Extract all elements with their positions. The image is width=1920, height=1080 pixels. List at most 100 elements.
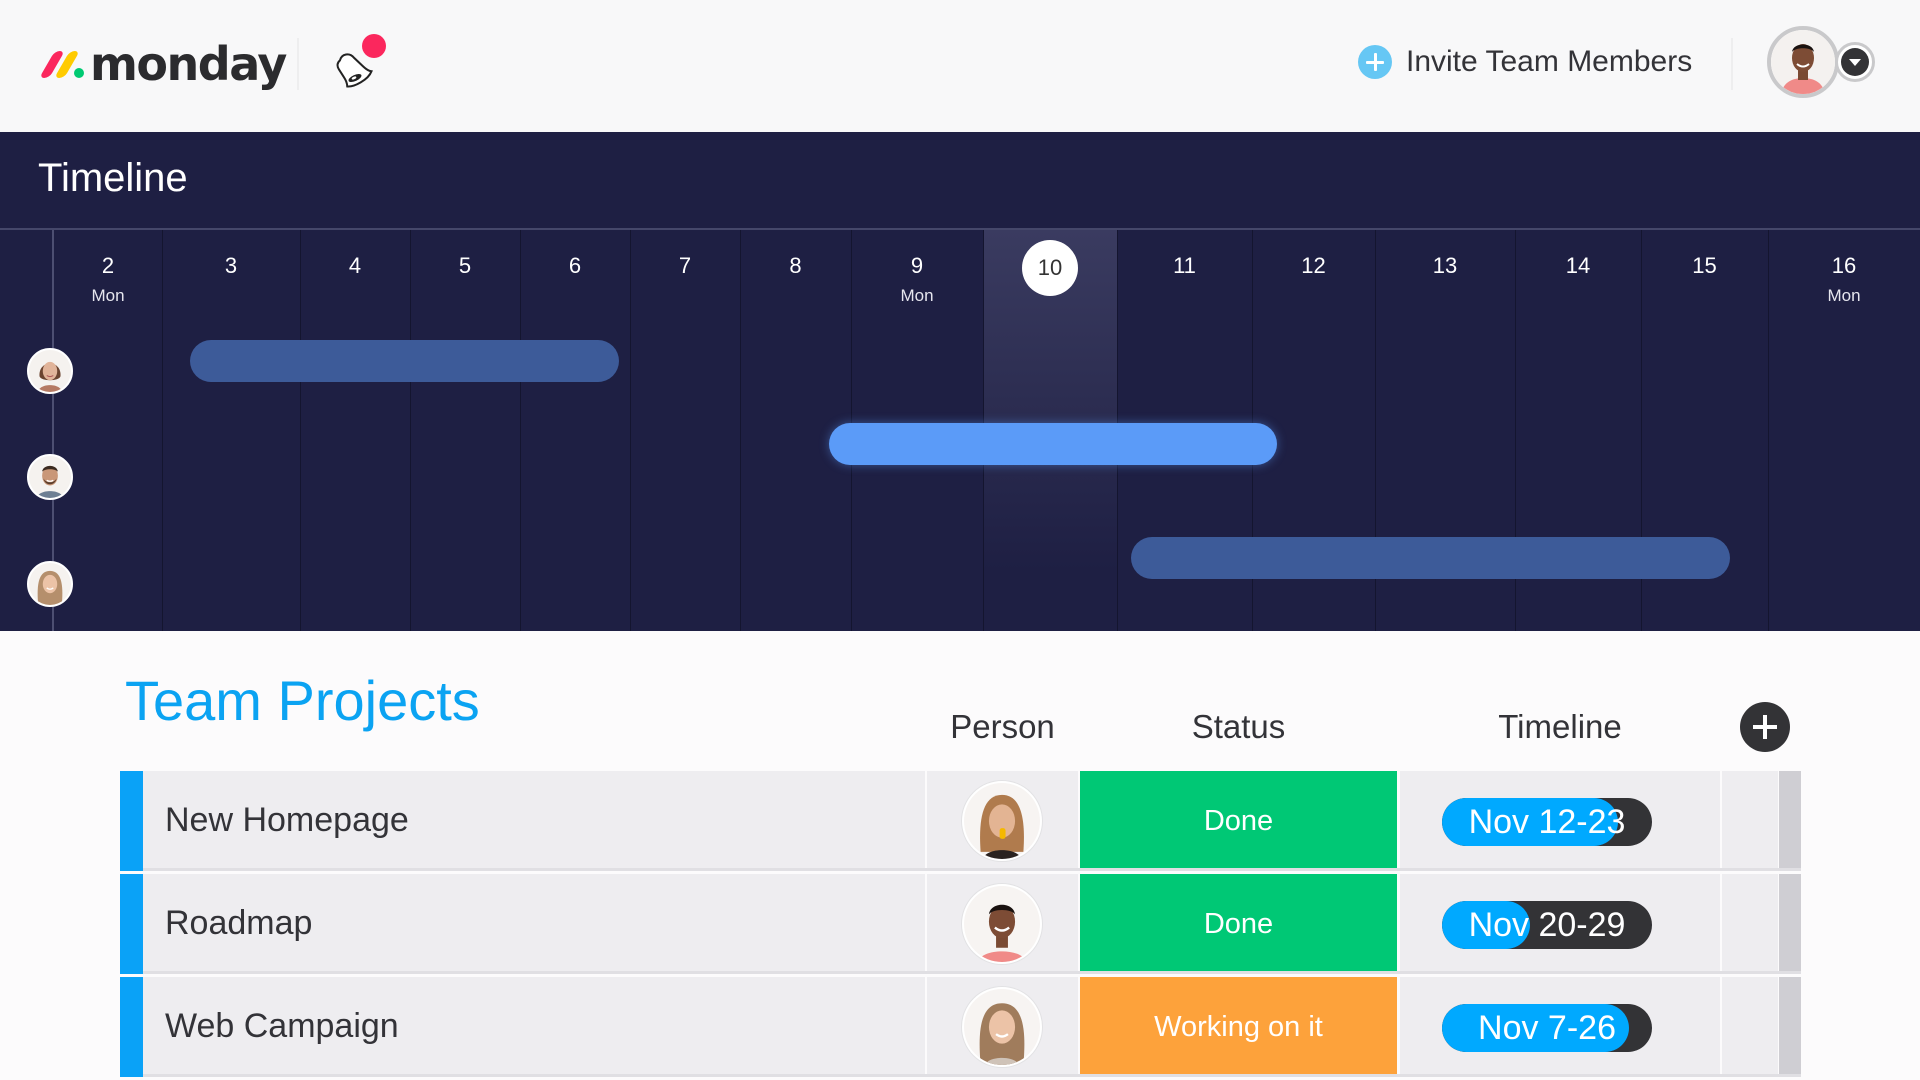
weekday-label: Mon bbox=[900, 286, 934, 305]
day-column-divider bbox=[520, 230, 521, 631]
timeline-bar-woman-2[interactable] bbox=[1130, 537, 1730, 579]
table-row[interactable]: New Homepage Done Nov 12-23 bbox=[120, 771, 1801, 871]
timeline-title: Timeline bbox=[38, 156, 188, 200]
day-column-divider bbox=[300, 230, 301, 631]
empty-cell[interactable] bbox=[1722, 771, 1778, 871]
group-color-stripe bbox=[120, 771, 143, 871]
divider bbox=[297, 38, 299, 90]
user-menu-dropdown[interactable] bbox=[1835, 42, 1875, 82]
item-name-cell[interactable]: New Homepage bbox=[143, 771, 925, 871]
column-header-timeline[interactable]: Timeline bbox=[1400, 708, 1720, 746]
timeline-range: Nov 12-23 bbox=[1468, 803, 1626, 841]
day-column-divider bbox=[162, 230, 163, 631]
item-name-cell[interactable]: Web Campaign bbox=[143, 977, 925, 1077]
person-avatar bbox=[962, 781, 1042, 861]
avatar-photo bbox=[29, 350, 71, 392]
day-number: 5 bbox=[458, 253, 472, 278]
day-column-divider bbox=[740, 230, 741, 631]
day-number: 15 bbox=[1692, 253, 1717, 278]
invite-team-members-button[interactable]: Invite Team Members bbox=[1358, 40, 1692, 84]
logo-text: monday bbox=[90, 37, 287, 91]
timeline-pill[interactable]: Nov 20-29 bbox=[1442, 901, 1652, 949]
timeline-range: Nov 20-29 bbox=[1468, 906, 1626, 944]
notification-badge bbox=[362, 34, 386, 58]
timeline-cell[interactable]: Nov 7-26 bbox=[1400, 977, 1720, 1077]
column-header-status[interactable]: Status bbox=[1080, 708, 1397, 746]
row-divider bbox=[143, 868, 1801, 871]
invite-label: Invite Team Members bbox=[1406, 45, 1693, 78]
day-header-16[interactable]: 16 Mon bbox=[1768, 230, 1920, 306]
day-header-3[interactable]: 3 bbox=[162, 230, 300, 278]
day-number: 16 bbox=[1831, 253, 1857, 278]
caret-down-icon bbox=[1841, 48, 1869, 76]
day-header-4[interactable]: 4 bbox=[300, 230, 410, 278]
timeline-bar-man-1[interactable] bbox=[828, 423, 1277, 465]
timeline-pill[interactable]: Nov 7-26 bbox=[1442, 1004, 1652, 1052]
plus-circle-icon bbox=[1358, 45, 1392, 79]
day-header-5[interactable]: 5 bbox=[410, 230, 520, 278]
empty-cell[interactable] bbox=[1722, 977, 1778, 1077]
table-row[interactable]: Roadmap Done Nov 20-29 bbox=[120, 874, 1801, 974]
day-header-6[interactable]: 6 bbox=[520, 230, 630, 278]
timeline-panel: Timeline 2 Mon 3 4 5 6 7 8 9 Mon 10 11 1… bbox=[0, 132, 1920, 631]
status-cell[interactable]: Done bbox=[1080, 874, 1397, 974]
status-cell[interactable]: Done bbox=[1080, 771, 1397, 871]
day-number: 11 bbox=[1173, 253, 1196, 278]
timeline-avatar-man-1[interactable] bbox=[27, 454, 73, 500]
day-number: 2 bbox=[101, 253, 115, 278]
weekday-label: Mon bbox=[1827, 286, 1861, 305]
group-color-stripe bbox=[120, 874, 143, 974]
day-header-8[interactable]: 8 bbox=[740, 230, 851, 278]
timeline-cell[interactable]: Nov 20-29 bbox=[1400, 874, 1720, 974]
item-name: Web Campaign bbox=[165, 1007, 399, 1045]
timeline-avatar-woman-2[interactable] bbox=[27, 561, 73, 607]
person-avatar bbox=[962, 987, 1042, 1067]
top-bar: monday Invite Team Members bbox=[0, 0, 1920, 132]
divider bbox=[1731, 38, 1733, 90]
status-cell[interactable]: Working on it bbox=[1080, 977, 1397, 1077]
day-number: 6 bbox=[568, 253, 582, 278]
item-name: New Homepage bbox=[165, 801, 409, 839]
add-column-button[interactable] bbox=[1740, 702, 1790, 752]
avatar-photo bbox=[29, 456, 71, 498]
board-title[interactable]: Team Projects bbox=[125, 668, 480, 733]
day-number: 7 bbox=[678, 253, 692, 278]
person-cell[interactable] bbox=[927, 771, 1078, 871]
weekday-label: Mon bbox=[91, 286, 125, 305]
row-end-cap bbox=[1779, 874, 1801, 974]
day-number: 3 bbox=[224, 253, 238, 278]
row-end-cap bbox=[1779, 771, 1801, 871]
monday-logo[interactable]: monday bbox=[39, 36, 287, 92]
item-name-cell[interactable]: Roadmap bbox=[143, 874, 925, 974]
day-header-15[interactable]: 15 bbox=[1641, 230, 1768, 278]
today-badge: 10 bbox=[1022, 240, 1078, 296]
day-header-11[interactable]: 11 bbox=[1117, 230, 1252, 278]
user-avatar[interactable] bbox=[1767, 26, 1839, 98]
timeline-bar-woman-1[interactable] bbox=[189, 340, 619, 382]
day-number: 8 bbox=[789, 253, 802, 278]
day-header-2[interactable]: 2 Mon bbox=[54, 230, 162, 306]
logo-mark-icon bbox=[39, 49, 84, 79]
day-number: 9 bbox=[910, 253, 924, 278]
column-header-person[interactable]: Person bbox=[927, 708, 1078, 746]
table-row[interactable]: Web Campaign Working on it Nov 7-26 bbox=[120, 977, 1801, 1077]
user-avatar-photo bbox=[1771, 30, 1835, 94]
person-cell[interactable] bbox=[927, 977, 1078, 1077]
row-divider bbox=[143, 971, 1801, 974]
person-cell[interactable] bbox=[927, 874, 1078, 974]
empty-cell[interactable] bbox=[1722, 874, 1778, 974]
item-name: Roadmap bbox=[165, 904, 313, 942]
timeline-cell[interactable]: Nov 12-23 bbox=[1400, 771, 1720, 871]
day-number: 14 bbox=[1565, 253, 1591, 278]
day-number: 12 bbox=[1301, 253, 1326, 278]
day-header-7[interactable]: 7 bbox=[630, 230, 740, 278]
avatar-photo bbox=[29, 563, 71, 605]
timeline-pill[interactable]: Nov 12-23 bbox=[1442, 798, 1652, 846]
timeline-avatar-woman-1[interactable] bbox=[27, 348, 73, 394]
day-header-12[interactable]: 12 bbox=[1252, 230, 1375, 278]
day-header-14[interactable]: 14 bbox=[1515, 230, 1641, 278]
day-header-9[interactable]: 9 Mon bbox=[851, 230, 983, 306]
day-header-13[interactable]: 13 bbox=[1375, 230, 1515, 278]
timeline-range: Nov 7-26 bbox=[1478, 1009, 1616, 1047]
row-divider bbox=[143, 1074, 1801, 1077]
